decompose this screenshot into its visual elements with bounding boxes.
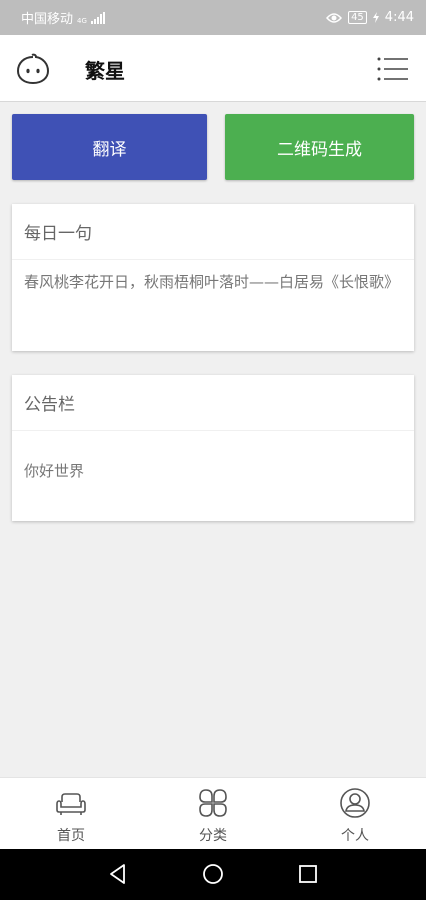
notice-board-content: 你好世界	[24, 462, 85, 480]
app-bar: 繁星	[0, 35, 426, 102]
sofa-icon	[56, 793, 86, 815]
battery-indicator: 45	[348, 11, 367, 24]
qr-generate-button[interactable]: 二维码生成	[225, 114, 414, 180]
nav-item-category[interactable]: 分类	[142, 778, 284, 849]
person-icon	[340, 788, 370, 818]
translate-button-label: 翻译	[92, 139, 127, 160]
translate-button[interactable]: 翻译	[12, 114, 207, 180]
recent-apps-icon[interactable]	[296, 862, 320, 886]
eye-comfort-icon	[326, 12, 343, 23]
home-icon[interactable]	[201, 862, 225, 886]
qr-generate-button-label: 二维码生成	[277, 139, 362, 160]
notice-board-title: 公告栏	[12, 375, 414, 431]
clover-icon	[199, 789, 227, 817]
network-type: 4G	[77, 17, 87, 25]
status-bar: 中国移动 4G 45 4:44	[0, 0, 426, 35]
daily-sentence-title: 每日一句	[12, 204, 414, 260]
signal-icon	[90, 11, 105, 24]
app-logo-icon[interactable]	[16, 53, 50, 85]
nav-label-home: 首页	[57, 828, 85, 844]
bottom-nav: 首页 分类 个人	[0, 777, 426, 849]
carrier-name: 中国移动	[21, 12, 74, 27]
daily-sentence-card: 每日一句 春风桃李花开日，秋雨梧桐叶落时——白居易《长恨歌》	[12, 204, 414, 351]
clock: 4:44	[384, 10, 414, 25]
nav-label-profile: 个人	[341, 828, 369, 844]
nav-label-category: 分类	[199, 828, 227, 844]
menu-icon[interactable]	[377, 55, 409, 83]
system-nav-bar	[0, 849, 426, 900]
charging-icon	[372, 12, 379, 23]
nav-item-home[interactable]: 首页	[0, 778, 142, 849]
daily-sentence-content: 春风桃李花开日，秋雨梧桐叶落时——白居易《长恨歌》	[24, 273, 400, 291]
back-icon[interactable]	[106, 862, 130, 886]
notice-board-card: 公告栏 你好世界	[12, 375, 414, 521]
app-title: 繁星	[85, 59, 125, 83]
nav-item-profile[interactable]: 个人	[284, 778, 426, 849]
